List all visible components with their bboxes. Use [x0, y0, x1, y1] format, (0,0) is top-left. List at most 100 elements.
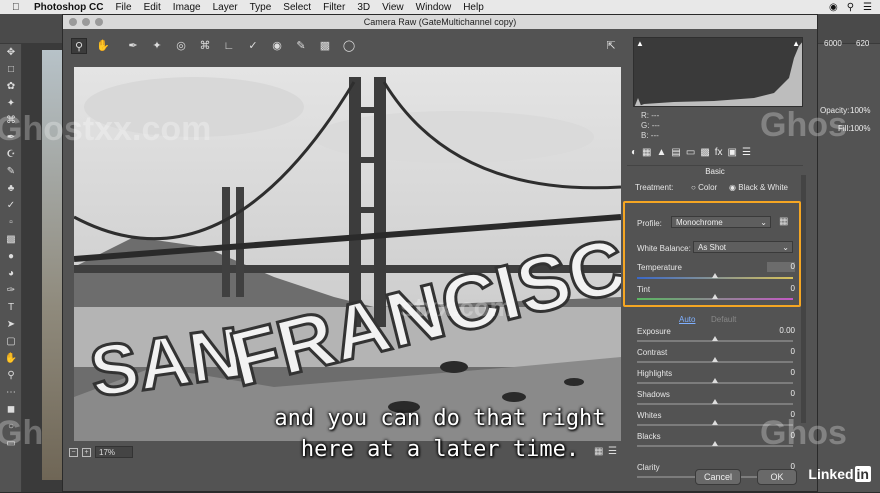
- pen-tool-icon[interactable]: ✑: [0, 282, 22, 299]
- menu-window[interactable]: Window: [416, 2, 452, 13]
- blacks-slider-handle[interactable]: [712, 441, 718, 446]
- tone-curve-tab-icon[interactable]: ▦: [642, 147, 651, 161]
- cancel-button[interactable]: Cancel: [695, 469, 741, 485]
- contrast-value[interactable]: 0: [767, 347, 795, 357]
- menu-3d[interactable]: 3D: [357, 2, 370, 13]
- shape-tool-icon[interactable]: ▢: [0, 333, 22, 350]
- color-sampler-icon[interactable]: ✦: [149, 38, 165, 54]
- hand-tool-icon[interactable]: ✋: [0, 350, 22, 367]
- lasso-tool-icon[interactable]: ✿: [0, 78, 22, 95]
- calibration-tab-icon[interactable]: ▣: [728, 147, 737, 161]
- watermark-left-bottom: Gh: [0, 414, 44, 452]
- close-window-icon[interactable]: [69, 18, 77, 26]
- panel-tabs: ◐ ▦ ▲ ▤ ▭ ▩ fx ▣ ☰: [631, 147, 807, 161]
- highlights-slider[interactable]: [637, 378, 793, 384]
- menu-image[interactable]: Image: [173, 2, 201, 13]
- presets-tab-icon[interactable]: ☰: [742, 147, 751, 161]
- path-select-icon[interactable]: ➤: [0, 316, 22, 333]
- minimize-window-icon[interactable]: [82, 18, 90, 26]
- tint-slider-handle[interactable]: [712, 294, 718, 299]
- menu-layer[interactable]: Layer: [213, 2, 238, 13]
- zoom-tool-icon[interactable]: ⚲: [0, 367, 22, 384]
- targeted-adjustment-icon[interactable]: ◎: [173, 38, 189, 54]
- eraser-icon[interactable]: ▫: [0, 214, 22, 231]
- adjustment-brush-icon[interactable]: ✎: [293, 38, 309, 54]
- more-tools-icon[interactable]: ⋯: [0, 384, 22, 401]
- shadows-label: Shadows: [637, 390, 670, 399]
- shadows-slider-handle[interactable]: [712, 399, 718, 404]
- type-tool-icon[interactable]: T: [0, 299, 22, 316]
- open-preferences-icon[interactable]: ⇱: [603, 38, 619, 54]
- temperature-slider-handle[interactable]: [712, 273, 718, 278]
- brush-tool-icon[interactable]: ✎: [0, 163, 22, 180]
- app-menu[interactable]: Photoshop CC: [34, 2, 103, 13]
- tint-slider[interactable]: [637, 294, 793, 300]
- stamp-tool-icon[interactable]: ♣: [0, 180, 22, 197]
- basic-tab-icon[interactable]: ◐: [631, 147, 637, 161]
- zoom-window-icon[interactable]: [95, 18, 103, 26]
- radial-filter-icon[interactable]: ◯: [341, 38, 357, 54]
- profile-browser-icon[interactable]: ▦: [779, 216, 788, 227]
- split-toning-tab-icon[interactable]: ▭: [686, 147, 695, 161]
- temperature-slider[interactable]: [637, 273, 793, 279]
- hsl-tab-icon[interactable]: ▤: [671, 147, 680, 161]
- treatment-color-radio[interactable]: ○ Color: [691, 183, 717, 192]
- exposure-slider[interactable]: [637, 336, 793, 342]
- lens-tab-icon[interactable]: ▩: [700, 147, 709, 161]
- highlight-clipping-icon[interactable]: ▲: [792, 39, 800, 48]
- creative-cloud-icon[interactable]: ◉: [829, 2, 838, 13]
- whites-slider-handle[interactable]: [712, 420, 718, 425]
- zoom-icon[interactable]: ⚲: [71, 38, 87, 54]
- menu-file[interactable]: File: [115, 2, 131, 13]
- profile-select[interactable]: Monochrome ⌄: [671, 216, 771, 228]
- default-link[interactable]: Default: [711, 315, 736, 324]
- exposure-slider-handle[interactable]: [712, 336, 718, 341]
- white-balance-icon[interactable]: ✒: [125, 38, 141, 54]
- menubar-status: ◉ ⚲ ☰: [829, 2, 872, 13]
- marquee-tool-icon[interactable]: □: [0, 61, 22, 78]
- gradient-tool-icon[interactable]: ▩: [0, 231, 22, 248]
- zoom-out-button[interactable]: −: [69, 447, 78, 457]
- fill-value[interactable]: 100%: [850, 124, 870, 133]
- crop-icon[interactable]: ⌘: [197, 38, 213, 54]
- red-eye-icon[interactable]: ◉: [269, 38, 285, 54]
- auto-link[interactable]: Auto: [679, 315, 695, 324]
- menu-view[interactable]: View: [382, 2, 404, 13]
- panel-scrollbar[interactable]: [801, 175, 806, 423]
- menu-edit[interactable]: Edit: [144, 2, 161, 13]
- menu-type[interactable]: Type: [250, 2, 272, 13]
- contrast-slider[interactable]: [637, 357, 793, 363]
- effects-tab-icon[interactable]: fx: [715, 147, 723, 161]
- highlights-slider-handle[interactable]: [712, 378, 718, 383]
- treatment-label: Treatment:: [635, 183, 674, 192]
- highlights-value[interactable]: 0: [767, 368, 795, 378]
- straighten-icon[interactable]: ∟: [221, 38, 237, 54]
- tint-value[interactable]: 0: [767, 284, 795, 294]
- search-icon[interactable]: ⚲: [847, 2, 854, 13]
- dodge-tool-icon[interactable]: ◕: [0, 265, 22, 282]
- graduated-filter-icon[interactable]: ▩: [317, 38, 333, 54]
- shadows-value[interactable]: 0: [767, 389, 795, 399]
- hand-icon[interactable]: ✋: [95, 38, 111, 54]
- history-brush-icon[interactable]: ✓: [0, 197, 22, 214]
- zoom-in-button[interactable]: +: [82, 447, 91, 457]
- contrast-slider-handle[interactable]: [712, 357, 718, 362]
- opacity-value[interactable]: 100%: [850, 106, 870, 115]
- apple-icon[interactable]: : [12, 2, 24, 13]
- menu-select[interactable]: Select: [283, 2, 311, 13]
- menu-filter[interactable]: Filter: [323, 2, 345, 13]
- temperature-value[interactable]: 0: [767, 262, 795, 272]
- move-tool-icon[interactable]: ✥: [0, 44, 22, 61]
- white-balance-select[interactable]: As Shot ⌄: [693, 241, 793, 253]
- spot-removal-icon[interactable]: ✓: [245, 38, 261, 54]
- menu-help[interactable]: Help: [463, 2, 484, 13]
- ok-button[interactable]: OK: [757, 469, 797, 485]
- exposure-value[interactable]: 0.00: [767, 326, 795, 336]
- detail-tab-icon[interactable]: ▲: [657, 147, 667, 161]
- shadow-clipping-icon[interactable]: ▲: [636, 39, 644, 48]
- zoom-level-select[interactable]: 17%: [95, 446, 133, 458]
- list-icon[interactable]: ☰: [863, 2, 872, 13]
- treatment-bw-radio[interactable]: ◉ Black & White: [729, 183, 788, 192]
- blur-tool-icon[interactable]: ●: [0, 248, 22, 265]
- temperature-label: Temperature: [637, 263, 682, 272]
